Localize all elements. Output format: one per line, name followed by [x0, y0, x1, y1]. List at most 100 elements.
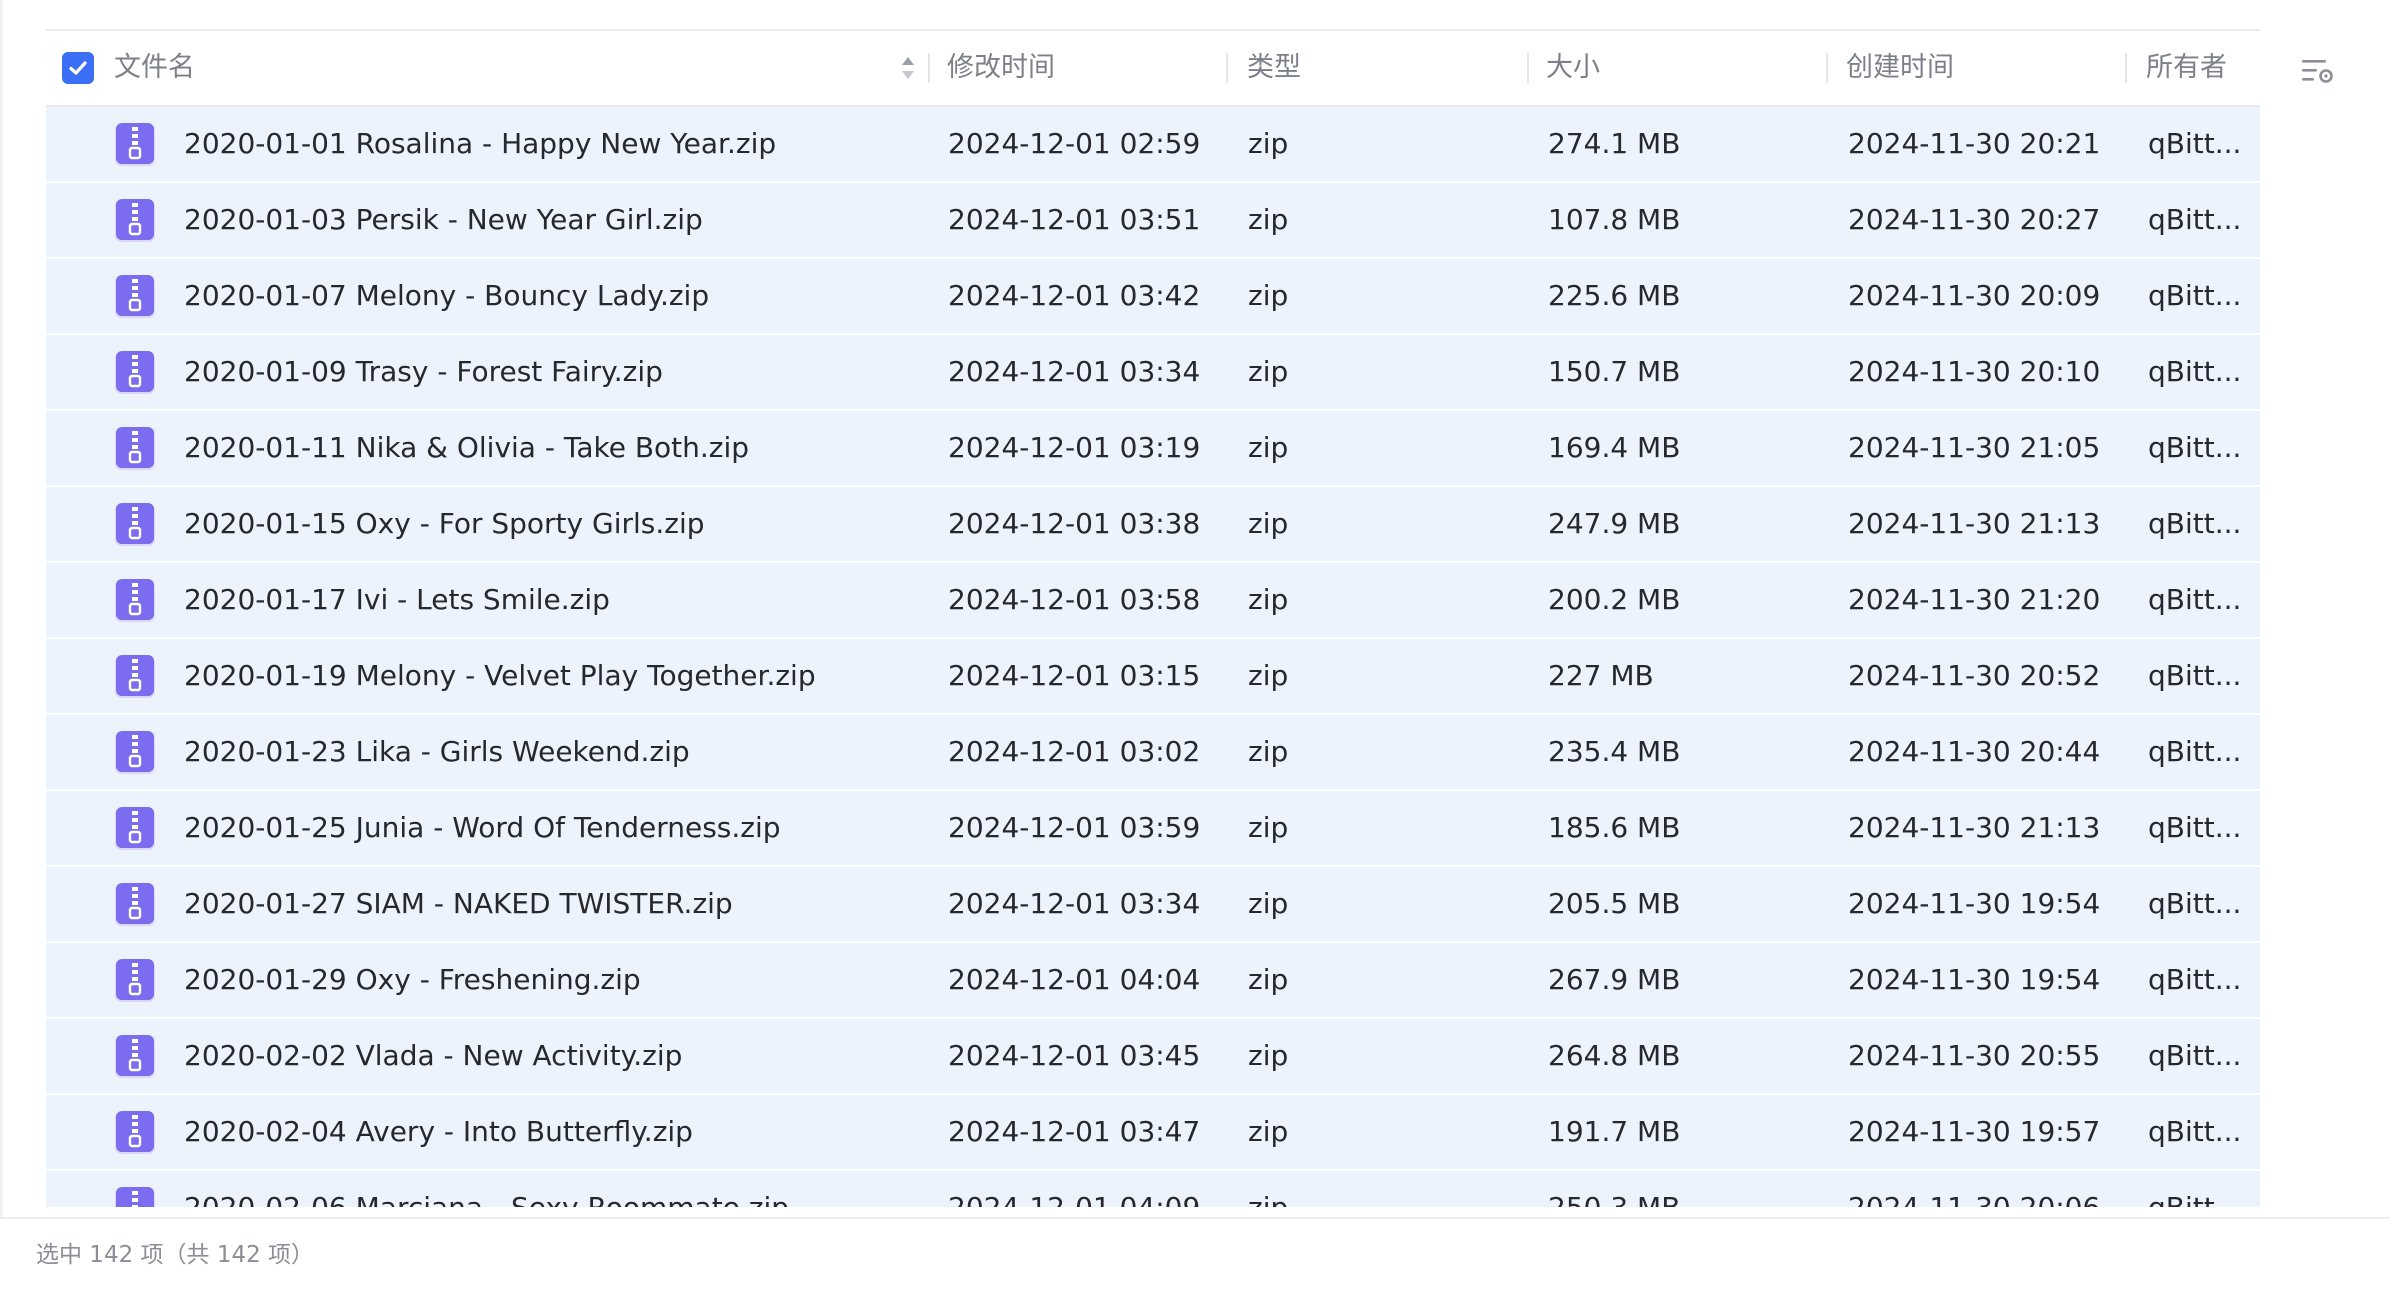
- table-row[interactable]: 2020-01-17 Ivi - Lets Smile.zip 2024-12-0…: [46, 563, 2260, 639]
- column-resize-handle[interactable]: [1826, 53, 1828, 83]
- created-time: 2024-11-30 20:06: [1848, 1171, 2100, 1207]
- modified-time: 2024-12-01 04:09: [948, 1171, 1200, 1207]
- file-table: 文件名 修改时间 类型 大小 创建时间 所有者 2020-01-01 Rosal…: [46, 29, 2260, 1207]
- file-owner: qBitt...: [2148, 735, 2242, 768]
- column-header-type[interactable]: 类型: [1247, 31, 1301, 105]
- table-row[interactable]: 2020-01-19 Melony - Velvet Play Together…: [46, 639, 2260, 715]
- table-row[interactable]: 2020-02-04 Avery - Into Butterfly.zip 202…: [46, 1095, 2260, 1171]
- created-time: 2024-11-30 19:54: [1848, 963, 2101, 996]
- file-size: 205.5 MB: [1548, 887, 1681, 920]
- file-size: 150.7 MB: [1548, 355, 1681, 388]
- file-size: 200.2 MB: [1548, 583, 1681, 616]
- table-row[interactable]: 2020-01-09 Trasy - Forest Fairy.zip 2024-…: [46, 335, 2260, 411]
- file-type: zip: [1248, 431, 1289, 464]
- file-owner: qBitt...: [2148, 127, 2242, 160]
- table-row[interactable]: 2020-01-01 Rosalina - Happy New Year.zip…: [46, 107, 2260, 183]
- column-header-created[interactable]: 创建时间: [1846, 31, 1954, 105]
- created-time: 2024-11-30 21:20: [1848, 583, 2101, 616]
- created-time: 2024-11-30 21:13: [1848, 811, 2101, 844]
- modified-time: 2024-12-01 03:38: [948, 507, 1201, 540]
- file-owner: qBitt...: [2148, 355, 2242, 388]
- created-time: 2024-11-30 20:27: [1848, 203, 2101, 236]
- table-row[interactable]: 2020-01-27 SIAM - NAKED TWISTER.zip 2024-…: [46, 867, 2260, 943]
- file-name: 2020-01-09 Trasy - Forest Fairy.zip: [184, 355, 663, 388]
- zip-file-icon: [113, 958, 157, 1004]
- modified-time: 2024-12-01 03:58: [948, 583, 1201, 616]
- modified-time: 2024-12-01 03:34: [948, 355, 1201, 388]
- column-resize-handle[interactable]: [928, 53, 930, 83]
- file-type: zip: [1248, 355, 1289, 388]
- table-row[interactable]: 2020-02-02 Vlada - New Activity.zip 2024-…: [46, 1019, 2260, 1095]
- file-name: 2020-01-15 Oxy - For Sporty Girls.zip: [184, 507, 705, 540]
- file-owner: qBitt...: [2148, 583, 2242, 616]
- created-time: 2024-11-30 20:44: [1848, 735, 2101, 768]
- table-row[interactable]: 2020-02-06 Marciana - Sexy Roommate.zip 2…: [46, 1171, 2260, 1207]
- column-header-owner[interactable]: 所有者: [2146, 31, 2227, 105]
- created-time: 2024-11-30 21:13: [1848, 507, 2101, 540]
- table-row[interactable]: 2020-01-23 Lika - Girls Weekend.zip 2024-…: [46, 715, 2260, 791]
- file-manager-page: 文件名 修改时间 类型 大小 创建时间 所有者 2020-01-01 Rosal…: [0, 0, 2390, 1290]
- file-owner: qBitt...: [2148, 1039, 2242, 1072]
- created-time: 2024-11-30 20:09: [1848, 279, 2101, 312]
- column-resize-handle[interactable]: [1226, 53, 1228, 83]
- file-name: 2020-01-27 SIAM - NAKED TWISTER.zip: [184, 887, 733, 920]
- file-size: 250.3 MB: [1548, 1171, 1680, 1207]
- table-row[interactable]: 2020-01-11 Nika & Olivia - Take Both.zip…: [46, 411, 2260, 487]
- created-time: 2024-11-30 20:52: [1848, 659, 2101, 692]
- file-owner: qBitt...: [2148, 1115, 2242, 1148]
- column-resize-handle[interactable]: [1527, 53, 1529, 83]
- file-size: 191.7 MB: [1548, 1115, 1681, 1148]
- file-type: zip: [1248, 811, 1289, 844]
- select-all-checkbox[interactable]: [62, 52, 94, 84]
- modified-time: 2024-12-01 03:45: [948, 1039, 1201, 1072]
- zip-file-icon: [113, 502, 157, 548]
- status-bar: 选中 142 项（共 142 项）: [0, 1217, 2390, 1290]
- file-owner: qBitt...: [2148, 1171, 2241, 1207]
- table-row[interactable]: 2020-01-25 Junia - Word Of Tenderness.zi…: [46, 791, 2260, 867]
- modified-time: 2024-12-01 03:42: [948, 279, 1201, 312]
- file-size: 169.4 MB: [1548, 431, 1681, 464]
- file-name: 2020-01-25 Junia - Word Of Tenderness.zi…: [184, 811, 781, 844]
- column-header-modified[interactable]: 修改时间: [947, 31, 1055, 105]
- file-type: zip: [1248, 1039, 1289, 1072]
- modified-time: 2024-12-01 03:34: [948, 887, 1201, 920]
- file-size: 185.6 MB: [1548, 811, 1681, 844]
- column-settings-icon[interactable]: [2300, 55, 2336, 87]
- modified-time: 2024-12-01 03:15: [948, 659, 1201, 692]
- file-name: 2020-01-17 Ivi - Lets Smile.zip: [184, 583, 610, 616]
- zip-file-icon: [113, 578, 157, 624]
- created-time: 2024-11-30 19:57: [1848, 1115, 2101, 1148]
- file-size: 227 MB: [1548, 659, 1654, 692]
- file-owner: qBitt...: [2148, 811, 2242, 844]
- zip-file-icon: [113, 882, 157, 928]
- column-resize-handle[interactable]: [2125, 53, 2127, 83]
- table-row[interactable]: 2020-01-07 Melony - Bouncy Lady.zip 2024-…: [46, 259, 2260, 335]
- file-owner: qBitt...: [2148, 203, 2242, 236]
- file-owner: qBitt...: [2148, 279, 2242, 312]
- file-name: 2020-02-04 Avery - Into Butterfly.zip: [184, 1115, 693, 1148]
- file-size: 264.8 MB: [1548, 1039, 1681, 1072]
- file-type: zip: [1248, 963, 1289, 996]
- zip-file-icon: [113, 654, 157, 700]
- file-type: zip: [1248, 1171, 1288, 1207]
- table-row[interactable]: 2020-01-29 Oxy - Freshening.zip 2024-12-0…: [46, 943, 2260, 1019]
- table-row[interactable]: 2020-01-03 Persik - New Year Girl.zip 202…: [46, 183, 2260, 259]
- file-rows: 2020-01-01 Rosalina - Happy New Year.zip…: [46, 107, 2260, 1207]
- zip-file-icon: [113, 426, 157, 472]
- zip-file-icon: [113, 122, 157, 168]
- checkmark-icon: [69, 61, 87, 75]
- zip-file-icon: [113, 198, 157, 244]
- file-owner: qBitt...: [2148, 431, 2242, 464]
- modified-time: 2024-12-01 02:59: [948, 127, 1201, 160]
- sort-icon[interactable]: [900, 54, 916, 82]
- column-header-name[interactable]: 文件名: [114, 31, 195, 105]
- file-name: 2020-01-23 Lika - Girls Weekend.zip: [184, 735, 690, 768]
- zip-file-icon: [113, 1186, 157, 1207]
- table-row[interactable]: 2020-01-15 Oxy - For Sporty Girls.zip 202…: [46, 487, 2260, 563]
- column-header-size[interactable]: 大小: [1546, 31, 1600, 105]
- file-name: 2020-01-01 Rosalina - Happy New Year.zip: [184, 127, 777, 160]
- file-type: zip: [1248, 279, 1289, 312]
- created-time: 2024-11-30 20:55: [1848, 1039, 2101, 1072]
- modified-time: 2024-12-01 03:02: [948, 735, 1201, 768]
- file-name: 2020-01-03 Persik - New Year Girl.zip: [184, 203, 703, 236]
